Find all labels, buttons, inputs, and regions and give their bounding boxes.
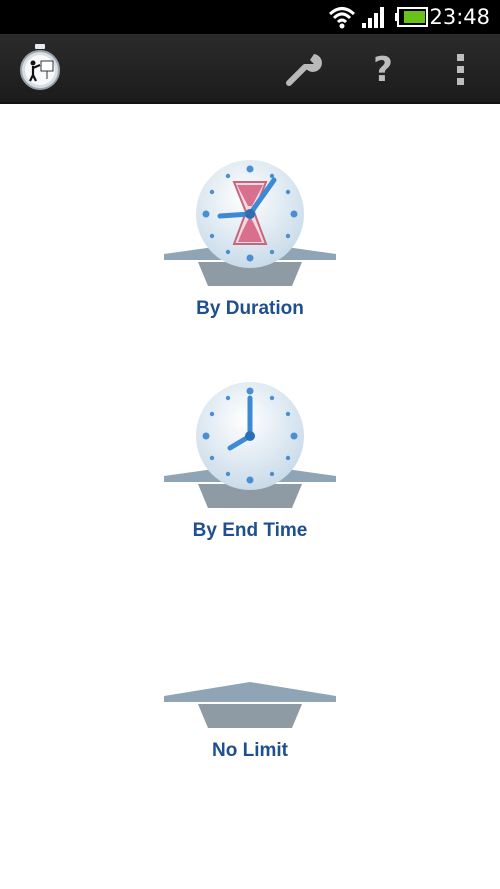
wifi-icon (328, 7, 356, 29)
by-duration-label: By Duration (196, 298, 304, 319)
pedestal-icon (164, 682, 336, 728)
wrench-icon[interactable] (284, 48, 326, 90)
vertical-ellipsis-icon[interactable] (440, 48, 482, 90)
signal-icon (362, 7, 384, 28)
no-limit-option[interactable]: No Limit (150, 596, 350, 786)
svg-text:?: ? (373, 50, 393, 90)
status-bar: 23:48 (0, 0, 500, 34)
by-end-time-label: By End Time (192, 520, 308, 541)
by-duration-option[interactable]: By Duration (150, 154, 350, 344)
action-bar: ? (0, 34, 500, 104)
no-limit-label: No Limit (212, 740, 288, 761)
hourglass-clock-icon (164, 160, 336, 286)
question-mark-icon[interactable]: ? (362, 48, 404, 90)
clock-icon (164, 382, 336, 508)
battery-icon (395, 7, 428, 27)
timer-mode-list: By Duration By End Time No Limit (0, 104, 500, 889)
by-end-time-option[interactable]: By End Time (150, 376, 350, 566)
stopwatch-presentation-icon[interactable] (18, 44, 62, 90)
status-time: 23:48 (429, 5, 490, 29)
